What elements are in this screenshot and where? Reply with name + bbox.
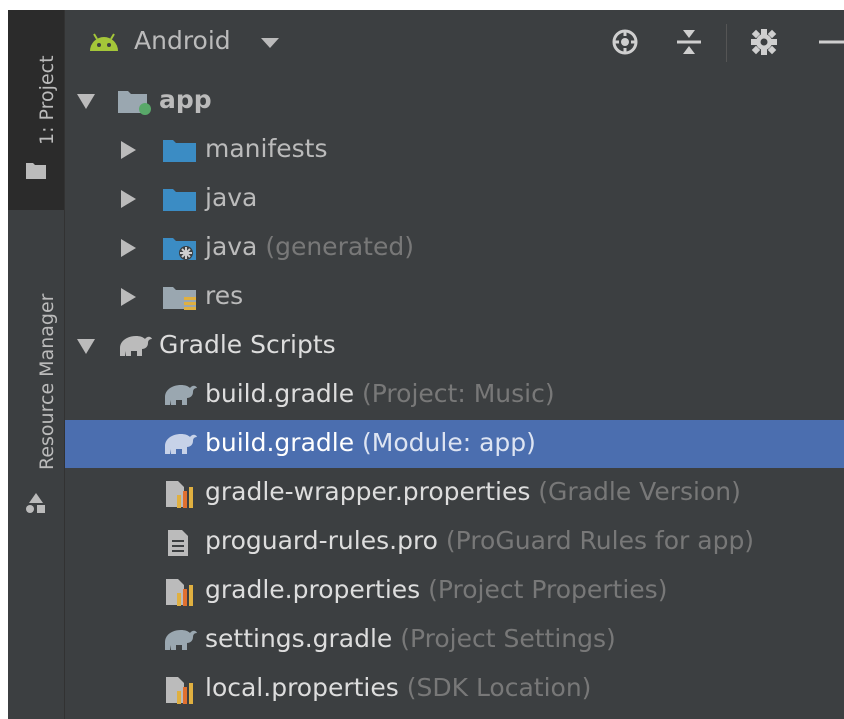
tree-node-java[interactable]: java [65, 175, 844, 223]
expanded-arrow-icon[interactable] [77, 339, 95, 354]
gradle-icon [165, 385, 197, 405]
chevron-down-icon[interactable] [261, 38, 279, 48]
tree-node-gradle-wrapper[interactable]: gradle-wrapper.properties (Gradle Versio… [65, 469, 844, 517]
tree-node-label: local.properties (SDK Location) [205, 673, 592, 702]
gradle-icon [165, 630, 197, 650]
project-tree: app manifests java java (generated) res … [65, 73, 844, 719]
properties-icon [166, 677, 193, 704]
view-selector[interactable]: Android [134, 26, 231, 55]
tree-node-build-gradle-project[interactable]: build.gradle (Project: Music) [65, 371, 844, 419]
collapsed-arrow-icon[interactable] [121, 190, 136, 208]
tree-node-hint: (generated) [257, 232, 414, 261]
tab-project-label: 1: Project [36, 55, 58, 145]
tree-node-label: gradle-wrapper.properties (Gradle Versio… [205, 477, 741, 506]
tree-node-build-gradle-module[interactable]: build.gradle (Module: app) [65, 420, 844, 468]
folder-icon [163, 189, 196, 211]
collapsed-arrow-icon[interactable] [121, 239, 136, 257]
tree-node-label: Gradle Scripts [159, 330, 336, 359]
text-file-icon [168, 530, 188, 556]
tree-node-settings-gradle[interactable]: settings.gradle (Project Settings) [65, 616, 844, 664]
tree-node-hint: (Project Settings) [392, 624, 616, 653]
collapsed-arrow-icon[interactable] [121, 141, 136, 159]
tree-node-label: build.gradle (Module: app) [205, 428, 536, 457]
properties-icon [166, 481, 193, 508]
locate-icon[interactable] [611, 28, 639, 56]
tree-node-gradle-scripts[interactable]: Gradle Scripts [65, 322, 844, 370]
tree-node-manifests[interactable]: manifests [65, 126, 844, 174]
toolbar-separator [726, 24, 727, 62]
module-folder-icon [118, 91, 151, 115]
tree-node-hint: (SDK Location) [398, 673, 592, 702]
tree-node-label: proguard-rules.pro (ProGuard Rules for a… [205, 526, 755, 555]
tree-node-label: build.gradle (Project: Music) [205, 379, 555, 408]
properties-icon [166, 579, 193, 606]
tree-node-label: java [205, 183, 258, 212]
tree-node-hint: (Project: Music) [354, 379, 555, 408]
gradle-icon [120, 336, 152, 356]
tree-node-label: gradle.properties (Project Properties) [205, 575, 668, 604]
tab-resource-manager[interactable]: Resource Manager [8, 220, 64, 540]
res-folder-icon [163, 287, 196, 310]
tree-node-label: java (generated) [205, 232, 414, 261]
tree-node-hint: (Gradle Version) [530, 477, 741, 506]
tree-node-res[interactable]: res [65, 273, 844, 321]
tab-resource-manager-label: Resource Manager [36, 293, 58, 470]
tool-window-strip: 1: Project Resource Manager [8, 10, 65, 719]
resource-manager-icon [26, 493, 45, 513]
tree-node-proguard[interactable]: proguard-rules.pro (ProGuard Rules for a… [65, 518, 844, 566]
tree-node-app[interactable]: app [65, 77, 844, 125]
project-tool-window: 1: Project Resource Manager Android app … [8, 10, 844, 719]
project-toolbar: Android [65, 10, 844, 73]
tab-project[interactable]: 1: Project [8, 10, 64, 210]
tree-node-local-properties[interactable]: local.properties (SDK Location) [65, 665, 844, 713]
collapsed-arrow-icon[interactable] [121, 288, 136, 306]
expanded-arrow-icon[interactable] [77, 94, 95, 109]
folder-icon [163, 140, 196, 162]
tree-node-gradle-properties[interactable]: gradle.properties (Project Properties) [65, 567, 844, 615]
tree-node-hint: (Project Properties) [420, 575, 668, 604]
tree-node-label: manifests [205, 134, 328, 163]
gear-icon[interactable] [750, 28, 778, 56]
tree-node-label: res [205, 281, 244, 310]
minimize-icon[interactable] [817, 28, 844, 56]
folder-icon [26, 163, 46, 179]
tree-node-label: app [159, 85, 212, 114]
collapse-all-icon[interactable] [675, 28, 703, 56]
android-icon [90, 33, 118, 51]
tree-node-label: settings.gradle (Project Settings) [205, 624, 616, 653]
tree-node-hint: (ProGuard Rules for app) [437, 526, 755, 555]
tree-node-java-generated[interactable]: java (generated) [65, 224, 844, 272]
generated-folder-icon [163, 238, 196, 260]
tree-node-hint: (Module: app) [354, 428, 536, 457]
gradle-icon [165, 434, 197, 454]
